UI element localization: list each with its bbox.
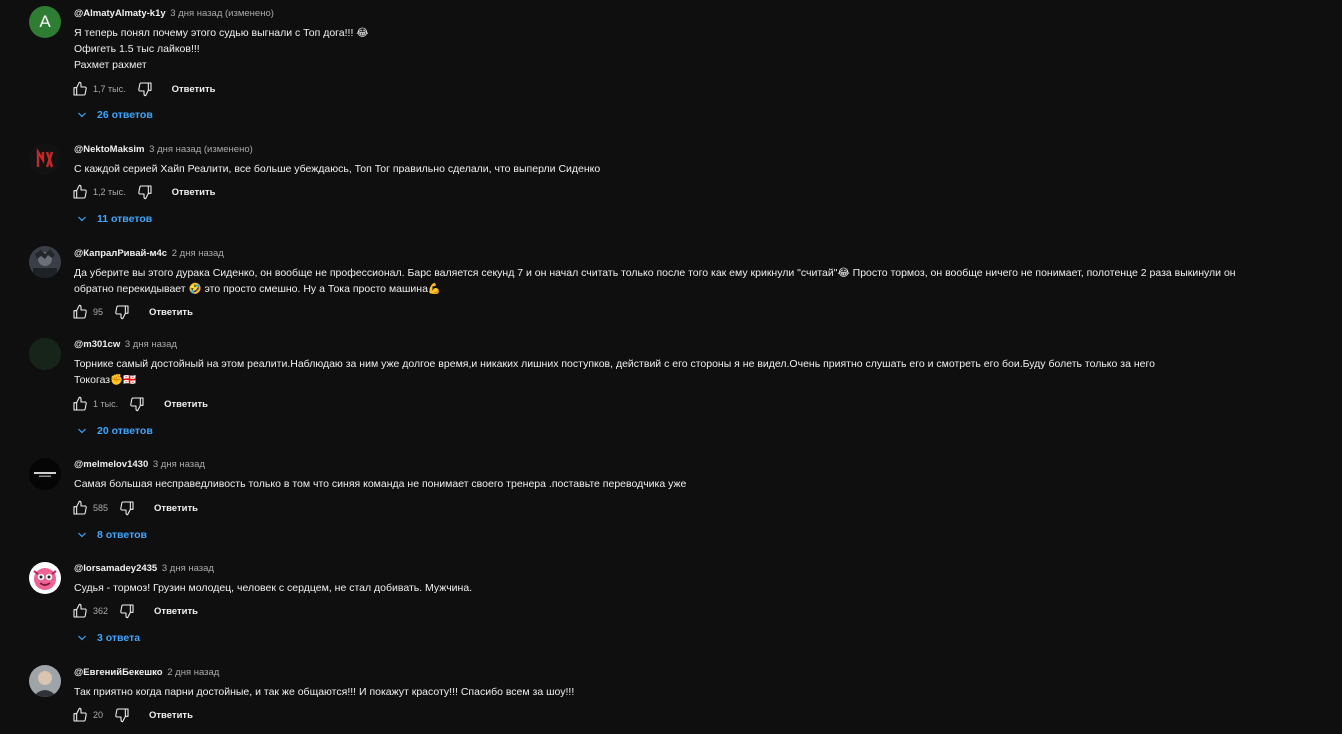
thumbs-up-icon[interactable] [71, 602, 89, 620]
comment-text: Да уберите вы этого дурака Сиденко, он в… [74, 265, 1334, 297]
reply-button[interactable]: Ответить [164, 399, 208, 410]
show-replies-button[interactable]: 3 ответа [76, 629, 140, 647]
comment-author[interactable]: @AlmatyAlmaty-k1y [74, 8, 166, 19]
comment-line: Токогаз✊🇬🇪 [74, 374, 137, 386]
avatar[interactable] [29, 143, 61, 175]
comment-header: @NektoMaksim 3 дня назад (изменено) [74, 143, 1334, 157]
comment-text: Судья - тормоз! Грузин молодец, человек … [74, 580, 1334, 596]
comment-actions: 95 Ответить [71, 303, 193, 321]
avatar[interactable] [29, 458, 61, 490]
comment-author[interactable]: @NektoMaksim [74, 144, 145, 155]
comment-header: @melmelov1430 3 дня назад [74, 458, 1334, 472]
comment-line: Так приятно когда парни достойные, и так… [74, 686, 575, 698]
replies-count: 26 ответов [97, 109, 153, 121]
thumbs-down-icon[interactable] [136, 80, 154, 98]
comment-author[interactable]: @lorsamadey2435 [74, 563, 157, 574]
like-count: 20 [93, 710, 104, 720]
avatar[interactable] [29, 246, 61, 278]
comment-author[interactable]: @melmelov1430 [74, 459, 148, 470]
comment-author[interactable]: @m301cw [74, 339, 120, 350]
comment-header: @m301cw 3 дня назад [74, 338, 1334, 352]
reply-button[interactable]: Ответить [154, 606, 198, 617]
show-replies-button[interactable]: 26 ответов [76, 106, 153, 124]
comment-actions: 1,2 тыс. Ответить [71, 183, 216, 201]
like-count: 95 [93, 307, 104, 317]
reply-button[interactable]: Ответить [149, 710, 193, 721]
comment-line: Да уберите вы этого дурака Сиденко, он в… [74, 267, 1236, 279]
like-count: 585 [93, 503, 109, 513]
comments-section: A @AlmatyAlmaty-k1y 3 дня назад (изменен… [0, 0, 1342, 734]
like-count: 1 тыс. [93, 399, 119, 409]
comment-line: Торнике самый достойный на этом реалити.… [74, 358, 1155, 370]
thumbs-down-icon[interactable] [113, 706, 131, 724]
thumbs-down-icon[interactable] [118, 499, 136, 517]
thumbs-up-icon[interactable] [71, 706, 89, 724]
chevron-down-icon [76, 425, 88, 437]
comment-line: обратно перекидывает 🤣 это просто смешно… [74, 283, 441, 295]
comment-line: Офигеть 1.5 тыс лайков!!! [74, 43, 200, 55]
thumbs-down-icon[interactable] [118, 602, 136, 620]
thumbs-up-icon[interactable] [71, 80, 89, 98]
comment-text: Торнике самый достойный на этом реалити.… [74, 356, 1334, 388]
chevron-down-icon [76, 109, 88, 121]
comment-header: @AlmatyAlmaty-k1y 3 дня назад (изменено) [74, 7, 1334, 21]
replies-count: 3 ответа [97, 632, 141, 644]
comment-time[interactable]: 2 дня назад [167, 667, 219, 678]
chevron-down-icon [76, 213, 88, 225]
avatar[interactable] [29, 665, 61, 697]
comment-actions: 585 Ответить [71, 499, 198, 517]
reply-button[interactable]: Ответить [149, 307, 193, 318]
thumbs-up-icon[interactable] [71, 303, 89, 321]
reply-button[interactable]: Ответить [154, 503, 198, 514]
comment-line: Рахмет рахмет [74, 59, 147, 71]
comment-author[interactable]: @КапралРивай-м4с [74, 248, 167, 259]
comment-actions: 362 Ответить [71, 602, 198, 620]
comment-line: С каждой серией Хайп Реалити, все больше… [74, 163, 601, 175]
comment-text: Самая большая несправедливость только в … [74, 476, 1334, 492]
replies-count: 11 ответов [97, 213, 153, 225]
comment-line: Самая большая несправедливость только в … [74, 478, 687, 490]
comment-line: Я теперь понял почему этого судью выгнал… [74, 27, 369, 39]
comment-time[interactable]: 3 дня назад [153, 459, 205, 470]
comment-time[interactable]: 3 дня назад [162, 563, 214, 574]
comment-actions: 20 Ответить [71, 706, 193, 724]
thumbs-down-icon[interactable] [128, 395, 146, 413]
show-replies-button[interactable]: 20 ответов [76, 422, 153, 440]
avatar[interactable] [29, 562, 61, 594]
replies-count: 20 ответов [97, 425, 153, 437]
like-count: 1,7 тыс. [93, 84, 126, 94]
thumbs-up-icon[interactable] [71, 499, 89, 517]
comment-text: Так приятно когда парни достойные, и так… [74, 684, 1334, 700]
chevron-down-icon [76, 632, 88, 644]
comment-time[interactable]: 3 дня назад [125, 339, 177, 350]
reply-button[interactable]: Ответить [172, 187, 216, 198]
replies-count: 8 ответов [97, 529, 147, 541]
reply-button[interactable]: Ответить [172, 84, 216, 95]
comment-author[interactable]: @ЕвгенийБекешко [74, 667, 163, 678]
like-count: 362 [93, 606, 109, 616]
comment-text: Я теперь понял почему этого судью выгнал… [74, 25, 1334, 73]
avatar[interactable] [29, 338, 61, 370]
comment-header: @ЕвгенийБекешко 2 дня назад [74, 666, 1334, 680]
thumbs-up-icon[interactable] [71, 395, 89, 413]
comment-header: @КапралРивай-м4с 2 дня назад [74, 247, 1334, 261]
thumbs-down-icon[interactable] [136, 183, 154, 201]
avatar[interactable]: A [29, 6, 61, 38]
comment-line: Судья - тормоз! Грузин молодец, человек … [74, 582, 473, 594]
chevron-down-icon [76, 529, 88, 541]
show-replies-button[interactable]: 8 ответов [76, 526, 147, 544]
like-count: 1,2 тыс. [93, 187, 126, 197]
comment-header: @lorsamadey2435 3 дня назад [74, 562, 1334, 576]
comment-actions: 1 тыс. Ответить [71, 395, 208, 413]
avatar-letter: A [39, 12, 51, 31]
thumbs-up-icon[interactable] [71, 183, 89, 201]
comment-actions: 1,7 тыс. Ответить [71, 80, 216, 98]
comment-text: С каждой серией Хайп Реалити, все больше… [74, 161, 1334, 177]
comment-time[interactable]: 2 дня назад [172, 248, 224, 259]
comment-time[interactable]: 3 дня назад (изменено) [170, 8, 274, 19]
comment-time[interactable]: 3 дня назад (изменено) [149, 144, 253, 155]
show-replies-button[interactable]: 11 ответов [76, 210, 152, 228]
thumbs-down-icon[interactable] [113, 303, 131, 321]
